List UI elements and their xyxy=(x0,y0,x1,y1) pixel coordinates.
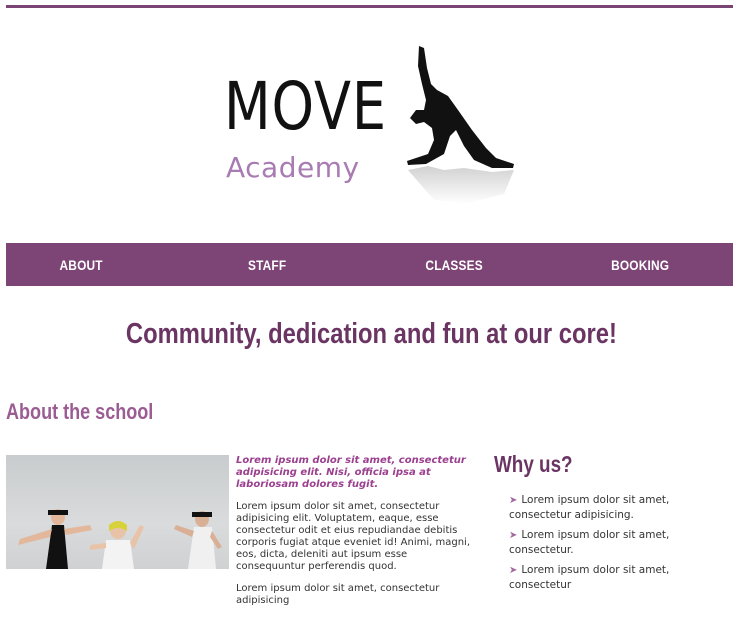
about-text: Lorem ipsum dolor sit amet, consectetur … xyxy=(236,455,478,617)
nav-item-booking[interactable]: BOOKING xyxy=(561,257,719,273)
list-item: ➤ Lorem ipsum dolor sit amet, consectetur xyxy=(509,563,729,593)
why-item-text: Lorem ipsum dolor sit amet, consectetur xyxy=(509,564,670,591)
dancers-photo xyxy=(6,455,229,569)
arrow-right-icon: ➤ xyxy=(509,495,518,506)
about-title: About the school xyxy=(6,399,154,424)
dancer-silhouette-icon xyxy=(407,46,514,204)
about-paragraph-1: Lorem ipsum dolor sit amet, consectetur … xyxy=(236,501,470,572)
nav-item-classes[interactable]: CLASSES xyxy=(374,257,532,273)
tagline-text: Community, dedication and fun at our cor… xyxy=(125,318,618,350)
why-us-list: ➤ Lorem ipsum dolor sit amet, consectetur… xyxy=(509,493,729,598)
list-item: ➤ Lorem ipsum dolor sit amet, consectetur… xyxy=(509,528,729,558)
logo-subtitle: Academy xyxy=(226,151,360,184)
about-lead: Lorem ipsum dolor sit amet, consectetur … xyxy=(236,455,466,490)
why-item-text: Lorem ipsum dolor sit amet, consectetur. xyxy=(509,529,670,556)
site-logo[interactable]: MOVE Academy xyxy=(224,44,524,206)
nav-item-about[interactable]: ABOUT xyxy=(2,257,160,273)
tagline: Community, dedication and fun at our cor… xyxy=(0,318,743,351)
top-divider xyxy=(6,5,733,8)
main-nav: ABOUT STAFF CLASSES BOOKING xyxy=(6,243,733,286)
about-paragraph-2: Lorem ipsum dolor sit amet, consectetur … xyxy=(236,583,440,606)
why-item-text: Lorem ipsum dolor sit amet, consectetur … xyxy=(509,494,670,521)
nav-item-staff[interactable]: STAFF xyxy=(188,257,346,273)
arrow-right-icon: ➤ xyxy=(509,565,518,576)
list-item: ➤ Lorem ipsum dolor sit amet, consectetur… xyxy=(509,493,729,523)
logo-title: MOVE xyxy=(224,68,387,145)
why-us-title: Why us? xyxy=(494,451,573,477)
dancers-illustration xyxy=(18,509,222,569)
arrow-right-icon: ➤ xyxy=(509,530,518,541)
